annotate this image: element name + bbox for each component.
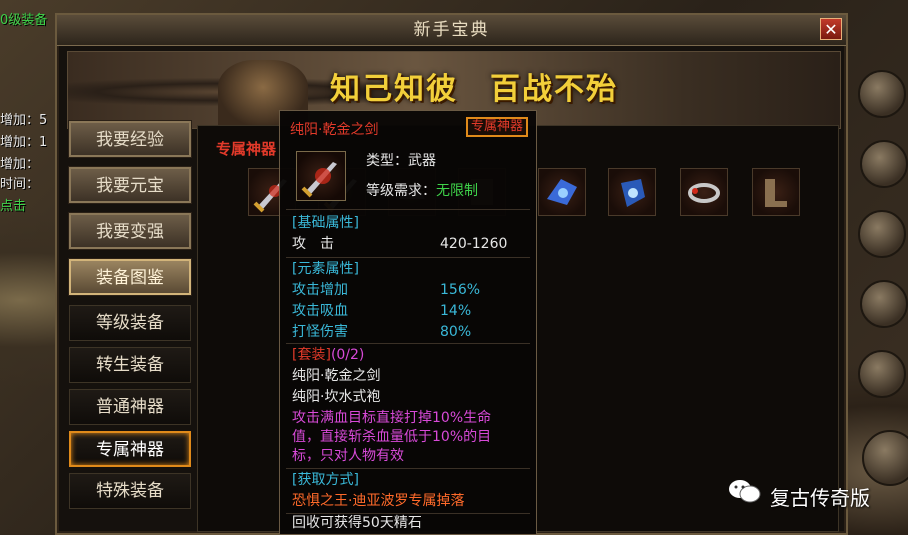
necklace-icon [547,179,577,205]
wechat-icon [729,480,761,503]
hud-line: 增加： [0,157,40,172]
sword-icon [301,162,337,198]
basic-attr-header: [基础属性] [292,215,359,231]
menu-yuanbao-button[interactable]: 我要元宝 [69,167,191,203]
divider [286,468,530,469]
attack-value: 420-1260 [440,236,508,252]
set-effect-line: 值，直接斩杀血量低于10%的目 [292,429,492,445]
window-title: 新手宝典 [57,15,846,46]
submenu-rebirth-equip[interactable]: 转生装备 [69,347,191,383]
skill-button[interactable] [858,70,906,118]
skill-button[interactable] [860,140,908,188]
divider [286,343,530,344]
submenu-special-equip[interactable]: 特殊装备 [69,473,191,509]
divider [286,209,530,210]
element-stat-value: 156% [440,282,481,298]
level-label: 等级需求： [366,183,436,199]
element-stat-label: 攻击增加 [292,282,348,298]
skill-button[interactable] [858,210,906,258]
source-header: [获取方式] [292,472,359,488]
item-name: 纯阳·乾金之剑 [290,122,379,138]
element-attr-header: [元素属性] [292,261,359,277]
hud-line: 时间： [0,177,40,192]
level-requirement: 等级需求：无限制 [366,181,478,201]
banner-slogan: 知己知彼 百战不殆 [330,72,618,107]
item-slot-necklace[interactable] [538,168,586,216]
level-value: 无限制 [436,183,478,199]
bracelet-icon [621,179,645,207]
hud-line: 增加：5 [0,113,48,128]
element-stat-value: 80% [440,324,472,340]
watermark-text: 复古传奇版 [770,486,870,510]
item-slot-bracelet[interactable] [608,168,656,216]
element-stat-label: 攻击吸血 [292,303,348,319]
hud-line: 增加：1 [0,135,48,150]
menu-stronger-button[interactable]: 我要变强 [69,213,191,249]
item-type: 类型：武器 [366,153,436,169]
item-icon [296,151,346,201]
attack-button[interactable] [862,430,908,486]
right-hud [848,0,908,535]
ring-icon [688,183,720,203]
set-item: 纯阳·乾金之剑 [292,368,381,384]
left-hud: 0级装备 增加：5 增加：1 增加： 时间： 点击 [0,0,60,535]
section-title: 专属神器 [216,140,277,158]
set-header: [套装](0/2) [292,345,364,365]
submenu-level-equip[interactable]: 等级装备 [69,305,191,341]
source-text: 恐惧之王·迪亚波罗专属掉落 [292,493,465,509]
set-count: (0/2) [330,347,365,363]
hud-line: 0级装备 [0,13,48,28]
exclusive-badge: 专属神器 [465,117,528,137]
menu-equip-atlas-button[interactable]: 装备图鉴 [69,259,191,295]
skill-button[interactable] [858,350,906,398]
set-label: [套装] [292,347,331,363]
set-effect-line: 攻击满血目标直接打掉10%生命 [292,410,492,426]
divider [286,257,530,258]
recycle-text: 回收可获得50天精石 [292,515,422,531]
skill-button[interactable] [860,280,908,328]
submenu-exclusive-artifact[interactable]: 专属神器 [69,431,191,467]
hud-line: 点击 [0,199,27,214]
item-slot-boots[interactable] [752,168,800,216]
item-slot-ring[interactable] [680,168,728,216]
set-effect-line: 标，只对人物有效 [292,448,404,464]
set-item: 纯阳·坎水式袍 [292,389,381,405]
close-button[interactable]: ✕ [820,18,842,40]
item-tooltip: 纯阳·乾金之剑 专属神器 类型：武器 等级需求：无限制 [基础属性] 攻 击 4… [279,110,537,535]
attack-label: 攻 击 [292,236,334,252]
submenu-normal-artifact[interactable]: 普通神器 [69,389,191,425]
menu-exp-button[interactable]: 我要经验 [69,121,191,157]
element-stat-value: 14% [440,303,472,319]
element-stat-label: 打怪伤害 [292,324,348,340]
boots-icon [765,179,787,207]
